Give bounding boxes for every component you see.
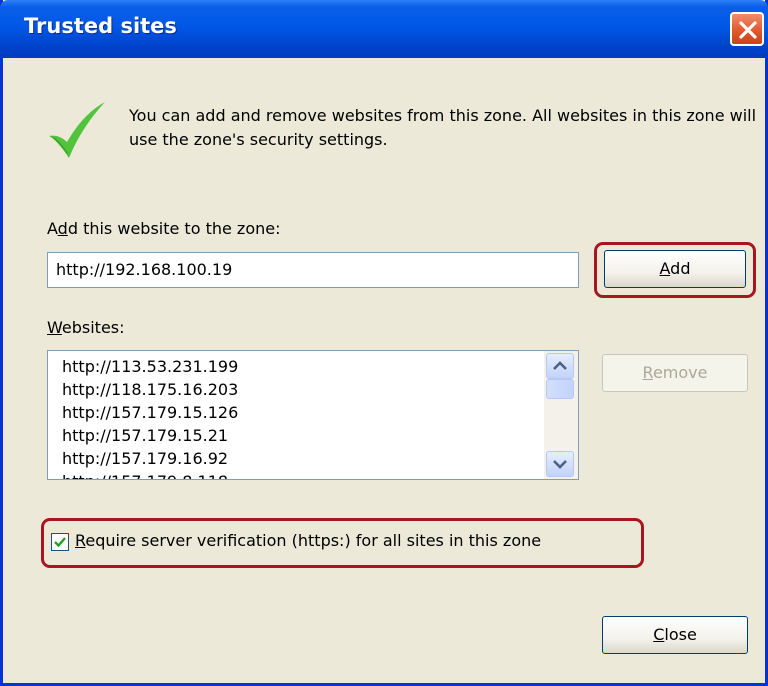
close-window-button[interactable] xyxy=(730,12,764,46)
check-mark-icon xyxy=(49,102,105,158)
add-label-key: d xyxy=(57,219,68,238)
websites-label-rest: ebsites: xyxy=(61,318,125,337)
trusted-sites-dialog: Trusted sites You can add and remove web… xyxy=(0,0,768,686)
close-icon xyxy=(739,21,757,39)
websites-label-key: W xyxy=(47,318,62,337)
add-label-pre: A xyxy=(47,219,58,238)
close-button-rest: lose xyxy=(664,625,697,644)
chevron-down-icon xyxy=(553,460,567,469)
add-button[interactable]: Add xyxy=(604,250,746,288)
scroll-thumb[interactable] xyxy=(546,379,574,399)
close-button-key: C xyxy=(653,625,665,644)
checkmark-icon xyxy=(54,537,66,548)
remove-button-rest: emove xyxy=(652,363,708,382)
remove-button-key: R xyxy=(642,363,653,382)
require-verification-label[interactable]: Require server verification (https:) for… xyxy=(75,531,541,550)
require-verification-rest: equire server verification (https:) for … xyxy=(85,531,542,550)
list-item[interactable]: http://113.53.231.199 xyxy=(62,357,238,376)
list-scrollbar[interactable] xyxy=(544,351,578,479)
dialog-title: Trusted sites xyxy=(24,14,177,38)
remove-button[interactable]: Remove xyxy=(602,354,748,392)
scroll-up-button[interactable] xyxy=(546,353,574,379)
websites-list[interactable]: http://113.53.231.199 http://118.175.16.… xyxy=(47,350,579,480)
title-bar[interactable]: Trusted sites xyxy=(0,0,768,58)
add-button-key: A xyxy=(659,259,671,278)
require-verification-checkbox[interactable] xyxy=(51,533,69,551)
chevron-up-icon xyxy=(553,361,567,370)
add-label-post: d this website to the zone: xyxy=(67,219,281,238)
info-text: You can add and remove websites from thi… xyxy=(129,106,757,149)
list-item[interactable]: http://118.175.16.203 xyxy=(62,380,238,399)
scroll-down-button[interactable] xyxy=(546,451,574,477)
list-item[interactable]: http://157.179.8.118 xyxy=(62,472,228,479)
list-item[interactable]: http://157.179.16.92 xyxy=(62,449,228,468)
list-item[interactable]: http://157.179.15.126 xyxy=(62,403,238,422)
list-item[interactable]: http://157.179.15.21 xyxy=(62,426,228,445)
close-button[interactable]: Close xyxy=(602,616,748,654)
add-website-label: Add this website to the zone: xyxy=(47,219,280,238)
add-button-rest: dd xyxy=(670,259,691,278)
websites-label: Websites: xyxy=(47,318,125,337)
require-verification-key: R xyxy=(75,531,86,550)
website-url-input[interactable]: http://192.168.100.19 xyxy=(47,252,579,288)
